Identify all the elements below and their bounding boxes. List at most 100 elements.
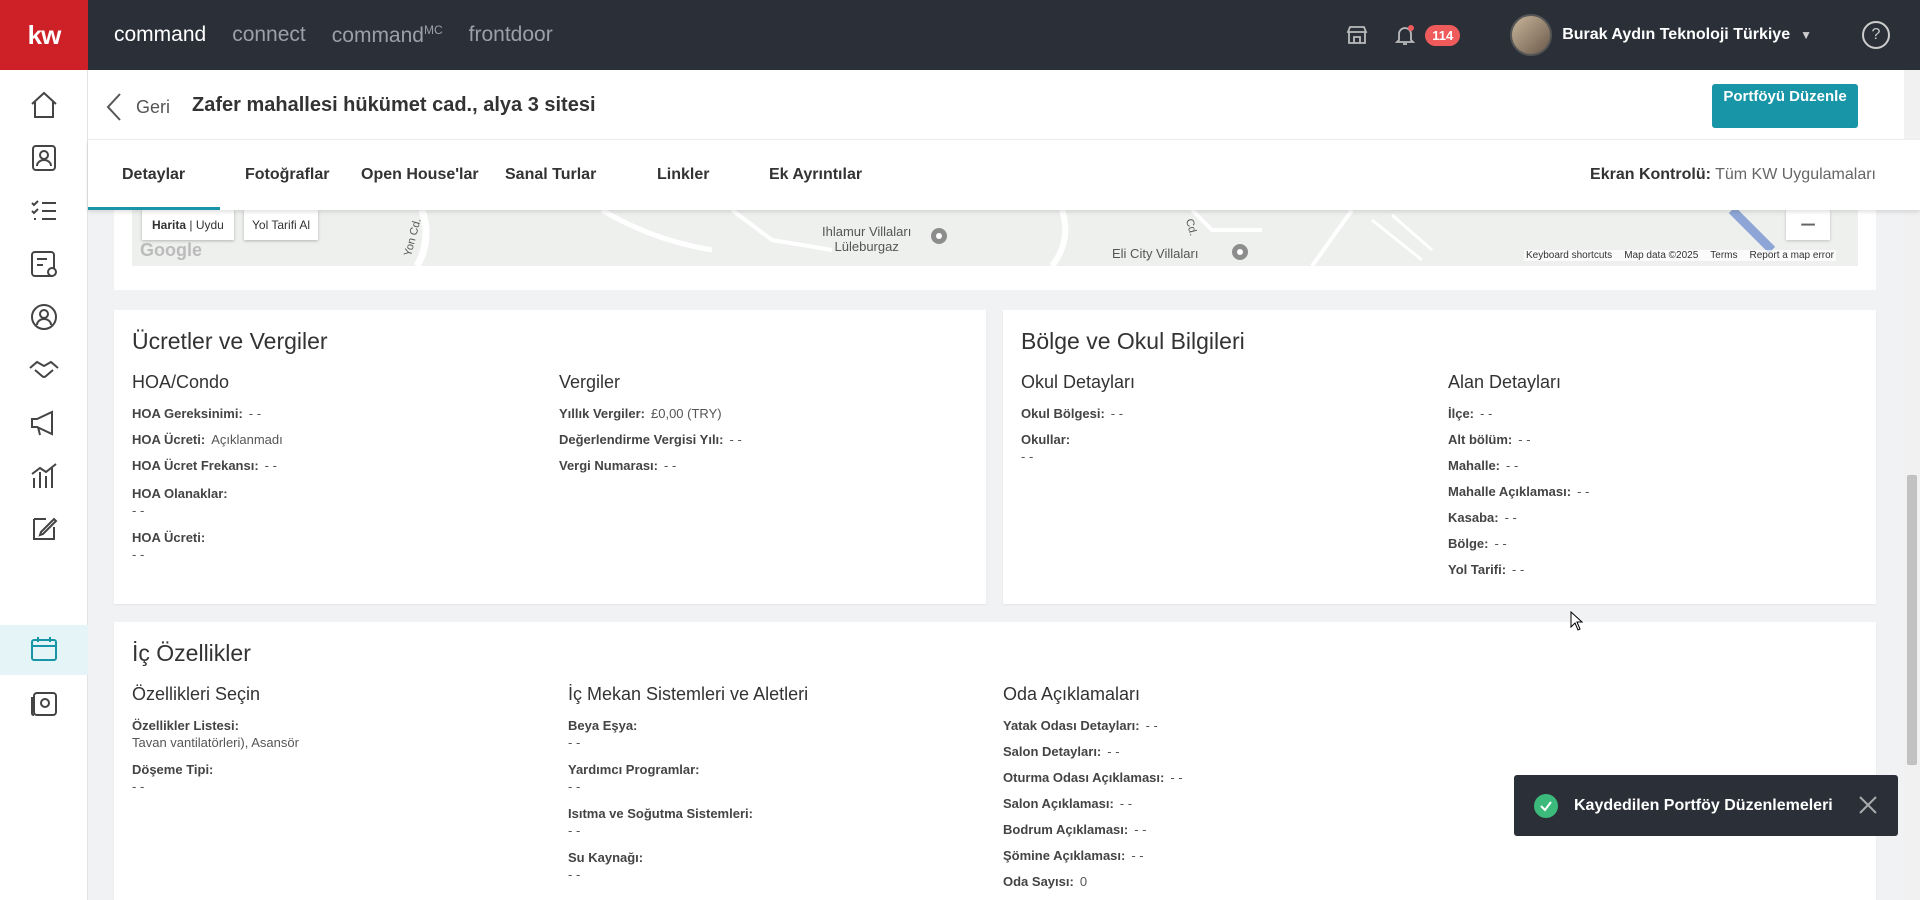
nav-command-mc[interactable]: commandMC — [332, 23, 443, 48]
chevron-down-icon[interactable]: ▼ — [1800, 28, 1812, 42]
field-value: - - — [1577, 484, 1590, 499]
user-name[interactable]: Burak Aydın Teknoloji Türkiye — [1562, 26, 1790, 44]
field-value: 0 — [1079, 874, 1088, 889]
help-icon[interactable]: ? — [1862, 21, 1890, 49]
page-title: Zafer mahallesi hükümet cad., alya 3 sit… — [192, 94, 596, 116]
tab-virtual-tours[interactable]: Sanal Turlar — [505, 166, 596, 184]
field-value: - - — [1107, 744, 1120, 759]
field-value: - - — [264, 458, 277, 473]
zoom-out-button[interactable]: − — [1786, 210, 1830, 240]
field: Isıtma ve Soğutma Sistemleri: - - — [568, 806, 753, 838]
region-school-card: Bölge ve Okul Bilgileri Okul Detayları O… — [1003, 310, 1876, 604]
field-label: Okul Bölgesi: — [1021, 406, 1105, 421]
field-label: İlçe: — [1448, 406, 1475, 421]
field: Bodrum Açıklaması: - - — [1003, 822, 1147, 837]
field-label: Yardımcı Programlar: — [568, 762, 700, 777]
field-label: Yol Tarifi: — [1448, 562, 1507, 577]
nav-connect[interactable]: connect — [232, 23, 306, 47]
home-icon[interactable] — [0, 80, 88, 130]
field: Değerlendirme Vergisi Yılı: - - — [559, 432, 742, 447]
tab-details[interactable]: Detaylar — [122, 166, 185, 184]
report-error-link[interactable]: Report a map error — [1750, 250, 1834, 261]
back-button[interactable]: Geri — [106, 92, 170, 122]
subsection-title: HOA/Condo — [132, 372, 230, 392]
field: Oturma Odası Açıklaması: - - — [1003, 770, 1183, 785]
field: Kasaba: - - — [1448, 510, 1517, 525]
field: HOA Ücreti: - - — [132, 530, 205, 562]
bell-icon[interactable] — [1391, 21, 1419, 49]
keyboard-shortcuts-link[interactable]: Keyboard shortcuts — [1526, 250, 1612, 261]
field: Salon Detayları: - - — [1003, 744, 1120, 759]
field-label: Bodrum Açıklaması: — [1003, 822, 1129, 837]
tab-links[interactable]: Linkler — [657, 166, 709, 184]
field-value: - - — [132, 779, 145, 794]
mouse-cursor-icon — [1570, 611, 1584, 631]
terms-link[interactable]: Terms — [1710, 250, 1737, 261]
avatar[interactable] — [1510, 14, 1553, 56]
tab-open-houses[interactable]: Open House'lar — [361, 166, 479, 184]
person-pin-icon[interactable] — [0, 292, 88, 342]
field-value: - - — [1506, 458, 1519, 473]
megaphone-icon[interactable] — [0, 398, 88, 448]
field: Yatak Odası Detayları: - - — [1003, 718, 1158, 733]
notification-count-badge[interactable]: 114 — [1425, 24, 1461, 46]
section-title: İç Özellikler — [132, 640, 251, 666]
interior-features-card: İç Özellikler Özellikleri Seçin Özellikl… — [114, 622, 1876, 900]
field: Döşeme Tipi: - - — [132, 762, 213, 794]
chart-icon[interactable] — [0, 451, 88, 501]
scrollbar-thumb[interactable] — [1907, 475, 1917, 765]
edit-icon[interactable] — [0, 504, 88, 554]
field-value: - - — [1021, 449, 1034, 464]
field-label: Şömine Açıklaması: — [1003, 848, 1126, 863]
nav-command[interactable]: command — [114, 23, 206, 47]
map[interactable]: Harita | Uydu Yol Tarifi Al Google Ihlam… — [132, 210, 1858, 266]
top-right: 114 Burak Aydın Teknoloji Türkiye ▼ ? — [1343, 0, 1920, 70]
field-label: Salon Açıklaması: — [1003, 796, 1114, 811]
edit-listing-button[interactable]: Portföyü Düzenle — [1712, 84, 1858, 128]
field-value: - - — [1145, 718, 1158, 733]
top-nav: command connect commandMC frontdoor — [114, 0, 553, 70]
listings-icon[interactable] — [0, 625, 88, 675]
screen-control[interactable]: Ekran Kontrolü: Tüm KW Uygulamaları — [1590, 166, 1876, 184]
subsection-title: Oda Açıklamaları — [1003, 684, 1141, 704]
map-label: Eli City Villaları — [1112, 246, 1199, 261]
kw-logo[interactable]: kw — [0, 0, 88, 70]
store-icon[interactable] — [1343, 21, 1371, 49]
field-value: - - — [132, 547, 145, 562]
field-value: - - — [248, 406, 262, 421]
tab-photos[interactable]: Fotoğraflar — [245, 166, 329, 184]
map-view-label[interactable]: Harita — [152, 218, 186, 232]
field: Mahalle: - - — [1448, 458, 1518, 473]
map-type-toggle[interactable]: Harita | Uydu — [142, 210, 234, 240]
tab-bar: Detaylar Fotoğraflar Open House'lar Sana… — [88, 140, 1920, 210]
map-label-text: Ihlamur Villaları — [822, 224, 912, 239]
section-title: Bölge ve Okul Bilgileri — [1021, 328, 1245, 354]
field-value: - - — [1504, 510, 1517, 525]
google-logo: Google — [140, 240, 202, 260]
photo-gallery-icon[interactable] — [0, 678, 88, 728]
tab-extra-details[interactable]: Ek Ayrıntılar — [769, 166, 862, 184]
field-value: £0,00 (TRY) — [651, 406, 722, 421]
field-value: - - — [1119, 796, 1133, 811]
field: Okullar: - - — [1021, 432, 1070, 464]
contact-card-icon[interactable] — [0, 133, 88, 183]
nav-frontdoor[interactable]: frontdoor — [469, 23, 553, 47]
directions-button[interactable]: Yol Tarifi Al — [244, 210, 319, 240]
checklist-icon[interactable] — [0, 186, 88, 236]
listing-header: Geri Zafer mahallesi hükümet cad., alya … — [88, 70, 1920, 140]
field-label: Oturma Odası Açıklaması: — [1003, 770, 1165, 785]
task-settings-icon[interactable] — [0, 239, 88, 289]
nav-label: command — [114, 23, 207, 46]
handshake-icon[interactable] — [0, 345, 88, 395]
field-value: - - — [568, 823, 581, 838]
close-icon[interactable] — [1858, 795, 1878, 820]
field: Okul Bölgesi: - - — [1021, 406, 1123, 421]
field: Alt bölüm: - - — [1448, 432, 1531, 447]
field-value: - - — [568, 735, 581, 750]
satellite-view-label[interactable]: Uydu — [196, 218, 224, 232]
left-rail — [0, 70, 88, 900]
field-label: Yıllık Vergiler: — [559, 406, 645, 421]
field-label: Su Kaynağı: — [568, 850, 644, 865]
screen-control-label: Ekran Kontrolü: — [1590, 166, 1711, 183]
field-value: - - — [1518, 432, 1531, 447]
